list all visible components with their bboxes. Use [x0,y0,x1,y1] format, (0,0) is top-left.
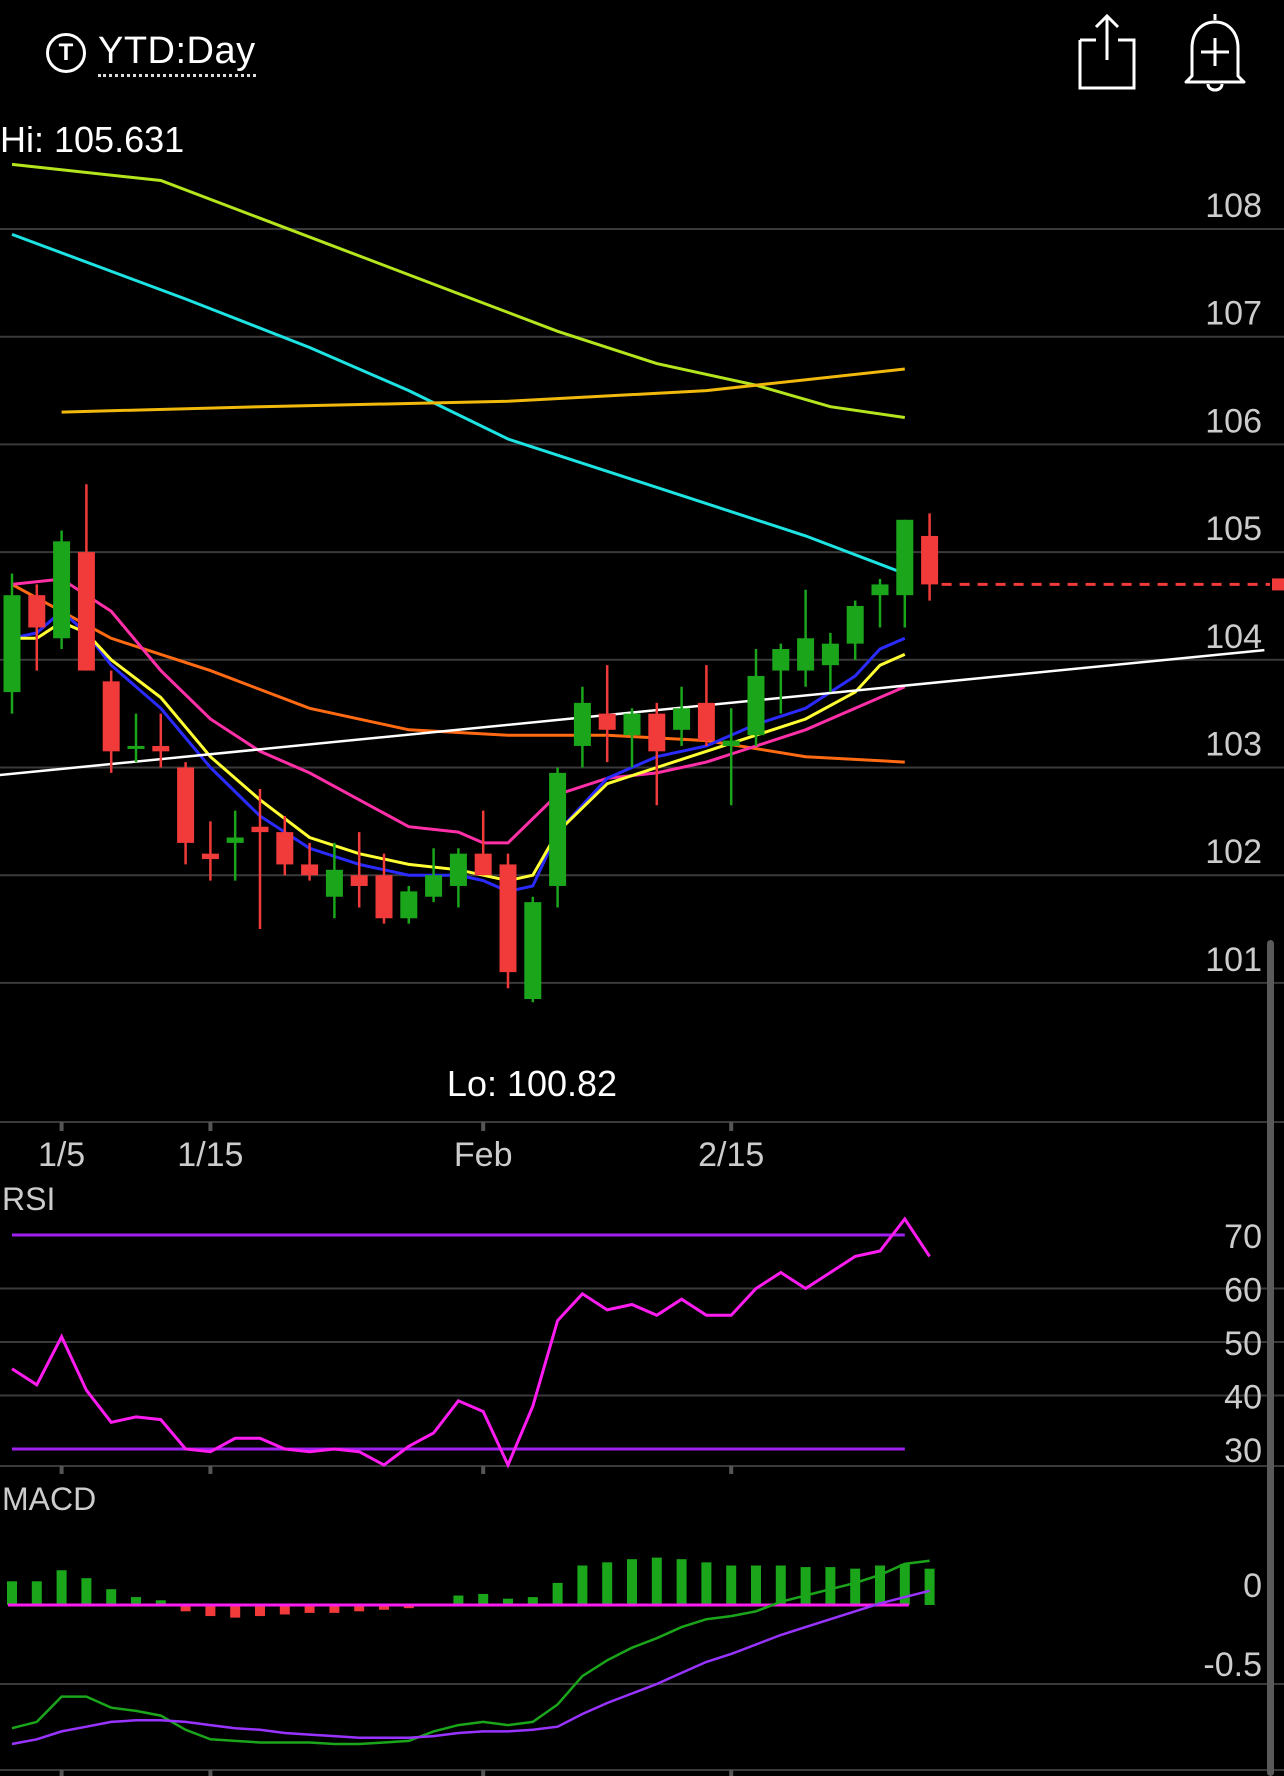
candle-body [871,584,889,596]
macd-histogram-bar [552,1582,563,1605]
candle-body [697,702,715,741]
macd-histogram-bar [106,1589,117,1605]
rsi-axis-label: 40 [1224,1379,1262,1417]
stock-chart[interactable]: 1081071061051041031021011/5 1/15 Feb 2/15Hi… [0,0,1284,1776]
candle-body [251,826,269,833]
candle-body [3,595,21,693]
candle-body [648,713,666,752]
candle-body [400,891,418,919]
candle-body [177,767,195,843]
candle-body [549,772,567,886]
high-label: Hi: 105.631 [0,119,184,160]
macd-axis-label: -0.5 [1203,1646,1262,1684]
macd-histogram-bar [800,1567,811,1605]
moving-average-line [11,577,906,845]
macd-axis-label: 0 [1243,1567,1262,1605]
macd-histogram-bar [751,1565,761,1605]
candle-body [226,837,244,843]
macd-histogram-bar [775,1565,786,1605]
candle-body [921,535,939,585]
macd-histogram-bar [825,1567,836,1605]
candle-body [301,864,319,876]
low-label: Lo: 100.82 [447,1063,617,1104]
moving-average-line [11,162,906,419]
macd-line [11,1559,930,1746]
candle-body [573,702,591,746]
macd-histogram-bar [56,1570,67,1605]
candle-body [524,902,542,1000]
macd-histogram-bar [602,1562,613,1605]
candle-body [350,875,368,886]
date-axis-label: 2/15 [698,1136,764,1174]
price-axis-label: 106 [1205,402,1262,440]
candle-body [821,643,839,666]
macd-histogram-bar [31,1581,42,1605]
macd-histogram-bar [850,1568,861,1605]
candle-body [77,552,95,671]
candle-body [53,541,71,639]
price-axis-label: 103 [1205,726,1262,764]
last-price-marker [1272,578,1284,591]
candle-body [673,708,691,730]
price-axis-label: 105 [1205,510,1262,548]
rsi-title: RSI [2,1181,55,1217]
scrollbar [1267,940,1274,1776]
candle-body [201,853,219,860]
candle-body [772,649,790,671]
macd-title: MACD [2,1481,96,1517]
rsi-axis-label: 60 [1224,1272,1262,1310]
rsi-axis-label: 50 [1224,1325,1262,1363]
candle-body [152,745,170,752]
candle-body [722,740,740,746]
candle-body [896,519,914,596]
macd-histogram-bar [255,1605,265,1617]
macd-histogram-bar [577,1565,588,1605]
candle-body [102,681,120,752]
candle-body [276,832,294,865]
candle-body [747,675,765,736]
candle-body [846,605,864,644]
macd-histogram-bar [478,1593,489,1605]
macd-histogram-bar [81,1578,92,1605]
candle-body [449,853,467,886]
candle-body [425,875,443,897]
rsi-axis-label: 30 [1224,1432,1262,1470]
macd-histogram-bar [701,1562,712,1605]
rsi-axis-label: 70 [1224,1218,1262,1256]
candle-body [797,638,815,671]
price-axis-label: 102 [1205,833,1262,871]
candle-body [375,875,393,919]
candle-body [499,864,517,973]
candle-body [127,745,145,749]
candle-body [474,853,492,876]
date-axis-label: 1/15 [177,1136,243,1174]
price-axis-label: 108 [1205,187,1262,225]
macd-histogram-bar [7,1581,17,1605]
macd-histogram-bar [875,1565,885,1605]
macd-histogram-bar [676,1559,687,1605]
macd-histogram-bar [230,1605,241,1618]
macd-histogram-bar [924,1568,935,1605]
price-axis-label: 107 [1205,295,1262,333]
moving-average-line [11,232,906,576]
candle-body [28,595,46,628]
moving-average-line [11,583,905,764]
macd-signal-line [11,1589,930,1746]
date-axis-label: Feb [454,1136,513,1174]
macd-histogram-bar [205,1605,216,1617]
candle-body [325,869,343,897]
price-axis-label: 101 [1205,941,1262,979]
candle-body [598,713,616,730]
macd-histogram-bar [651,1557,662,1605]
candle-body [623,713,641,736]
macd-histogram-bar [627,1559,637,1605]
macd-histogram-bar [726,1565,737,1605]
date-axis-label: 1/5 [38,1136,85,1174]
